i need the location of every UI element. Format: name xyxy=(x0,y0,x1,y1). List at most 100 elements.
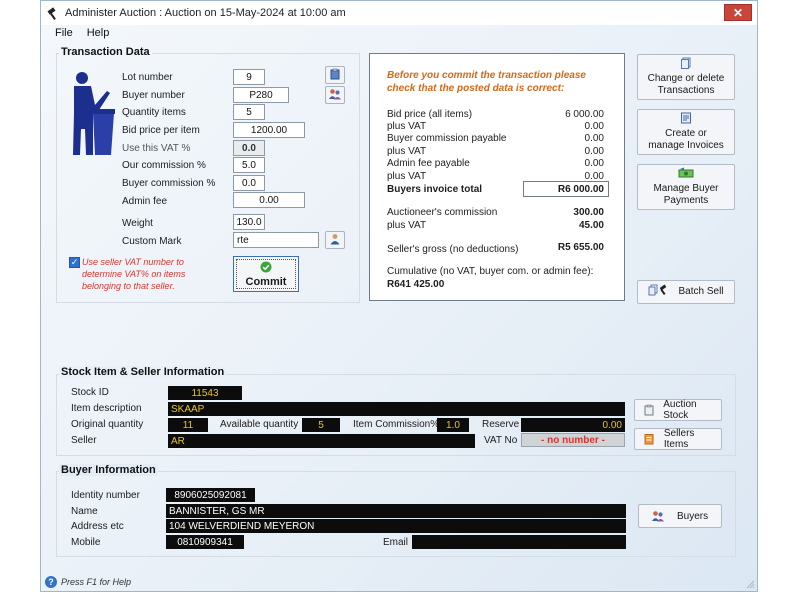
lot-number-label: Lot number xyxy=(122,72,173,83)
status-bar: ? Press F1 for Help xyxy=(45,576,131,588)
address-label: Address etc xyxy=(71,521,124,532)
available-quantity-value: 5 xyxy=(302,418,340,432)
auctioneer-commission-label: Auctioneer's commission xyxy=(387,207,498,218)
seller-vat-checkbox[interactable]: ✓ xyxy=(69,257,80,268)
item-commission-value: 1.0 xyxy=(437,418,469,432)
batch-sell-label: Batch Sell xyxy=(678,286,724,297)
mobile-label: Mobile xyxy=(71,537,101,548)
close-button[interactable]: ✕ xyxy=(724,4,752,21)
custom-mark-label: Custom Mark xyxy=(122,236,182,247)
resize-grip-icon[interactable] xyxy=(745,579,755,589)
title-bar: Administer Auction : Auction on 15-May-2… xyxy=(41,1,757,25)
summary-row-value: 0.00 xyxy=(584,158,604,169)
auctioneer-vat-value: 45.00 xyxy=(578,220,604,231)
summary-panel: Before you commit the transaction please… xyxy=(369,53,625,301)
summary-row-label: Buyer commission payable xyxy=(387,133,507,144)
address-value: 104 WELVERDIEND MEYERON xyxy=(166,519,626,533)
quantity-items-label: Quantity items xyxy=(122,107,186,118)
seller-value: AR xyxy=(168,434,475,448)
original-quantity-value: 11 xyxy=(168,418,208,432)
create-invoices-button[interactable]: Create or manage Invoices xyxy=(637,109,735,155)
our-commission-label: Our commission % xyxy=(122,160,206,171)
auctioneer-commission-value: 300.00 xyxy=(573,207,604,218)
batch-sell-button[interactable]: Batch Sell xyxy=(637,280,735,304)
sellers-items-button[interactable]: Sellers Items xyxy=(634,428,722,450)
help-icon: ? xyxy=(45,576,57,588)
buyer-commission-input[interactable]: 0.0 xyxy=(233,175,265,191)
person-icon xyxy=(329,233,341,248)
auction-stock-label: Auction Stock xyxy=(663,399,697,421)
quantity-items-input[interactable]: 5 xyxy=(233,104,265,120)
reserve-value: 0.00 xyxy=(521,418,625,432)
mobile-value: 0810909341 xyxy=(166,535,244,549)
menu-file[interactable]: File xyxy=(55,27,73,39)
admin-fee-input[interactable]: 0.00 xyxy=(233,192,305,208)
buyers-total-value: R6 000.00 xyxy=(523,181,609,197)
buyer-number-label: Buyer number xyxy=(122,90,185,101)
lot-lookup-button[interactable] xyxy=(325,66,345,84)
stock-id-label: Stock ID xyxy=(71,387,109,398)
summary-row-label: plus VAT xyxy=(387,146,427,157)
weight-input[interactable]: 130.0 xyxy=(233,214,265,230)
buyers-total-label: Buyers invoice total xyxy=(387,184,483,195)
commit-button[interactable]: Commit xyxy=(233,256,299,292)
clipboard-icon xyxy=(329,68,341,83)
menu-bar: File Help xyxy=(41,25,757,41)
auction-stock-button[interactable]: Auction Stock xyxy=(634,399,722,421)
cumulative-label: Cumulative (no VAT, buyer com. or admin … xyxy=(387,266,594,277)
change-delete-transactions-button[interactable]: Change or delete Transactions xyxy=(637,54,735,100)
item-description-value: SKAAP xyxy=(168,402,625,416)
our-commission-input[interactable]: 5.0 xyxy=(233,157,265,173)
summary-warning: Before you commit the transaction please… xyxy=(387,70,586,94)
email-label: Email xyxy=(383,537,409,548)
lot-number-input[interactable]: 9 xyxy=(233,69,265,85)
summary-row-value: 6 000.00 xyxy=(565,109,604,120)
money-icon xyxy=(678,167,694,183)
auction-window: Administer Auction : Auction on 15-May-2… xyxy=(40,0,758,592)
custom-mark-input[interactable]: rte xyxy=(233,232,319,248)
bid-price-label: Bid price per item xyxy=(122,125,200,136)
status-help-text: Press F1 for Help xyxy=(61,577,132,587)
buyers-button[interactable]: Buyers xyxy=(638,504,722,528)
summary-row-label: plus VAT xyxy=(387,171,427,182)
change-delete-label: Change or delete Transactions xyxy=(647,73,725,96)
menu-help[interactable]: Help xyxy=(87,27,110,39)
name-label: Name xyxy=(71,506,98,517)
cumulative-value: R641 425.00 xyxy=(387,279,445,290)
manage-buyer-payments-button[interactable]: Manage Buyer Payments xyxy=(637,164,735,210)
gavel-icon xyxy=(46,6,60,20)
window-title: Administer Auction : Auction on 15-May-2… xyxy=(65,7,346,19)
buyer-number-input[interactable]: P280 xyxy=(233,87,289,103)
buyer-lookup-button[interactable] xyxy=(325,86,345,104)
identity-label: Identity number xyxy=(71,490,140,501)
checkmark-icon: ✓ xyxy=(70,257,79,267)
identity-value: 8906025092081 xyxy=(166,488,255,502)
stock-title: Stock Item & Seller Information xyxy=(59,366,227,378)
stock-id-value: 11543 xyxy=(168,386,242,400)
buyers-label: Buyers xyxy=(677,510,709,522)
clipboard-icon xyxy=(642,403,655,417)
buyer-title: Buyer Information xyxy=(59,464,158,476)
sellers-gross-label: Seller's gross (no deductions) xyxy=(387,244,519,255)
summary-row-value: 0.00 xyxy=(584,133,604,144)
buyer-commission-label: Buyer commission % xyxy=(122,178,216,189)
admin-fee-label: Admin fee xyxy=(122,196,168,207)
auctioneer-vat-label: plus VAT xyxy=(387,220,427,231)
vat-no-value: - no number - xyxy=(521,433,625,447)
commit-label: Commit xyxy=(245,275,287,288)
seller-label: Seller xyxy=(71,435,97,446)
list-icon xyxy=(642,432,656,446)
item-commission-label: Item Commission% xyxy=(353,419,440,430)
users-icon xyxy=(651,509,665,523)
sellers-gross-value: R5 655.00 xyxy=(557,242,604,253)
buyer-payments-label: Manage Buyer Payments xyxy=(653,183,719,206)
summary-row-label: Bid price (all items) xyxy=(387,109,473,120)
auctioneer-icon xyxy=(67,69,115,157)
summary-row-value: 0.00 xyxy=(584,121,604,132)
sellers-items-label: Sellers Items xyxy=(663,428,695,450)
bid-price-input[interactable]: 1200.00 xyxy=(233,122,305,138)
pages-icon xyxy=(680,57,692,73)
summary-row-value: 0.00 xyxy=(584,146,604,157)
custom-mark-button[interactable] xyxy=(325,231,345,249)
available-quantity-label: Available quantity xyxy=(220,419,299,430)
